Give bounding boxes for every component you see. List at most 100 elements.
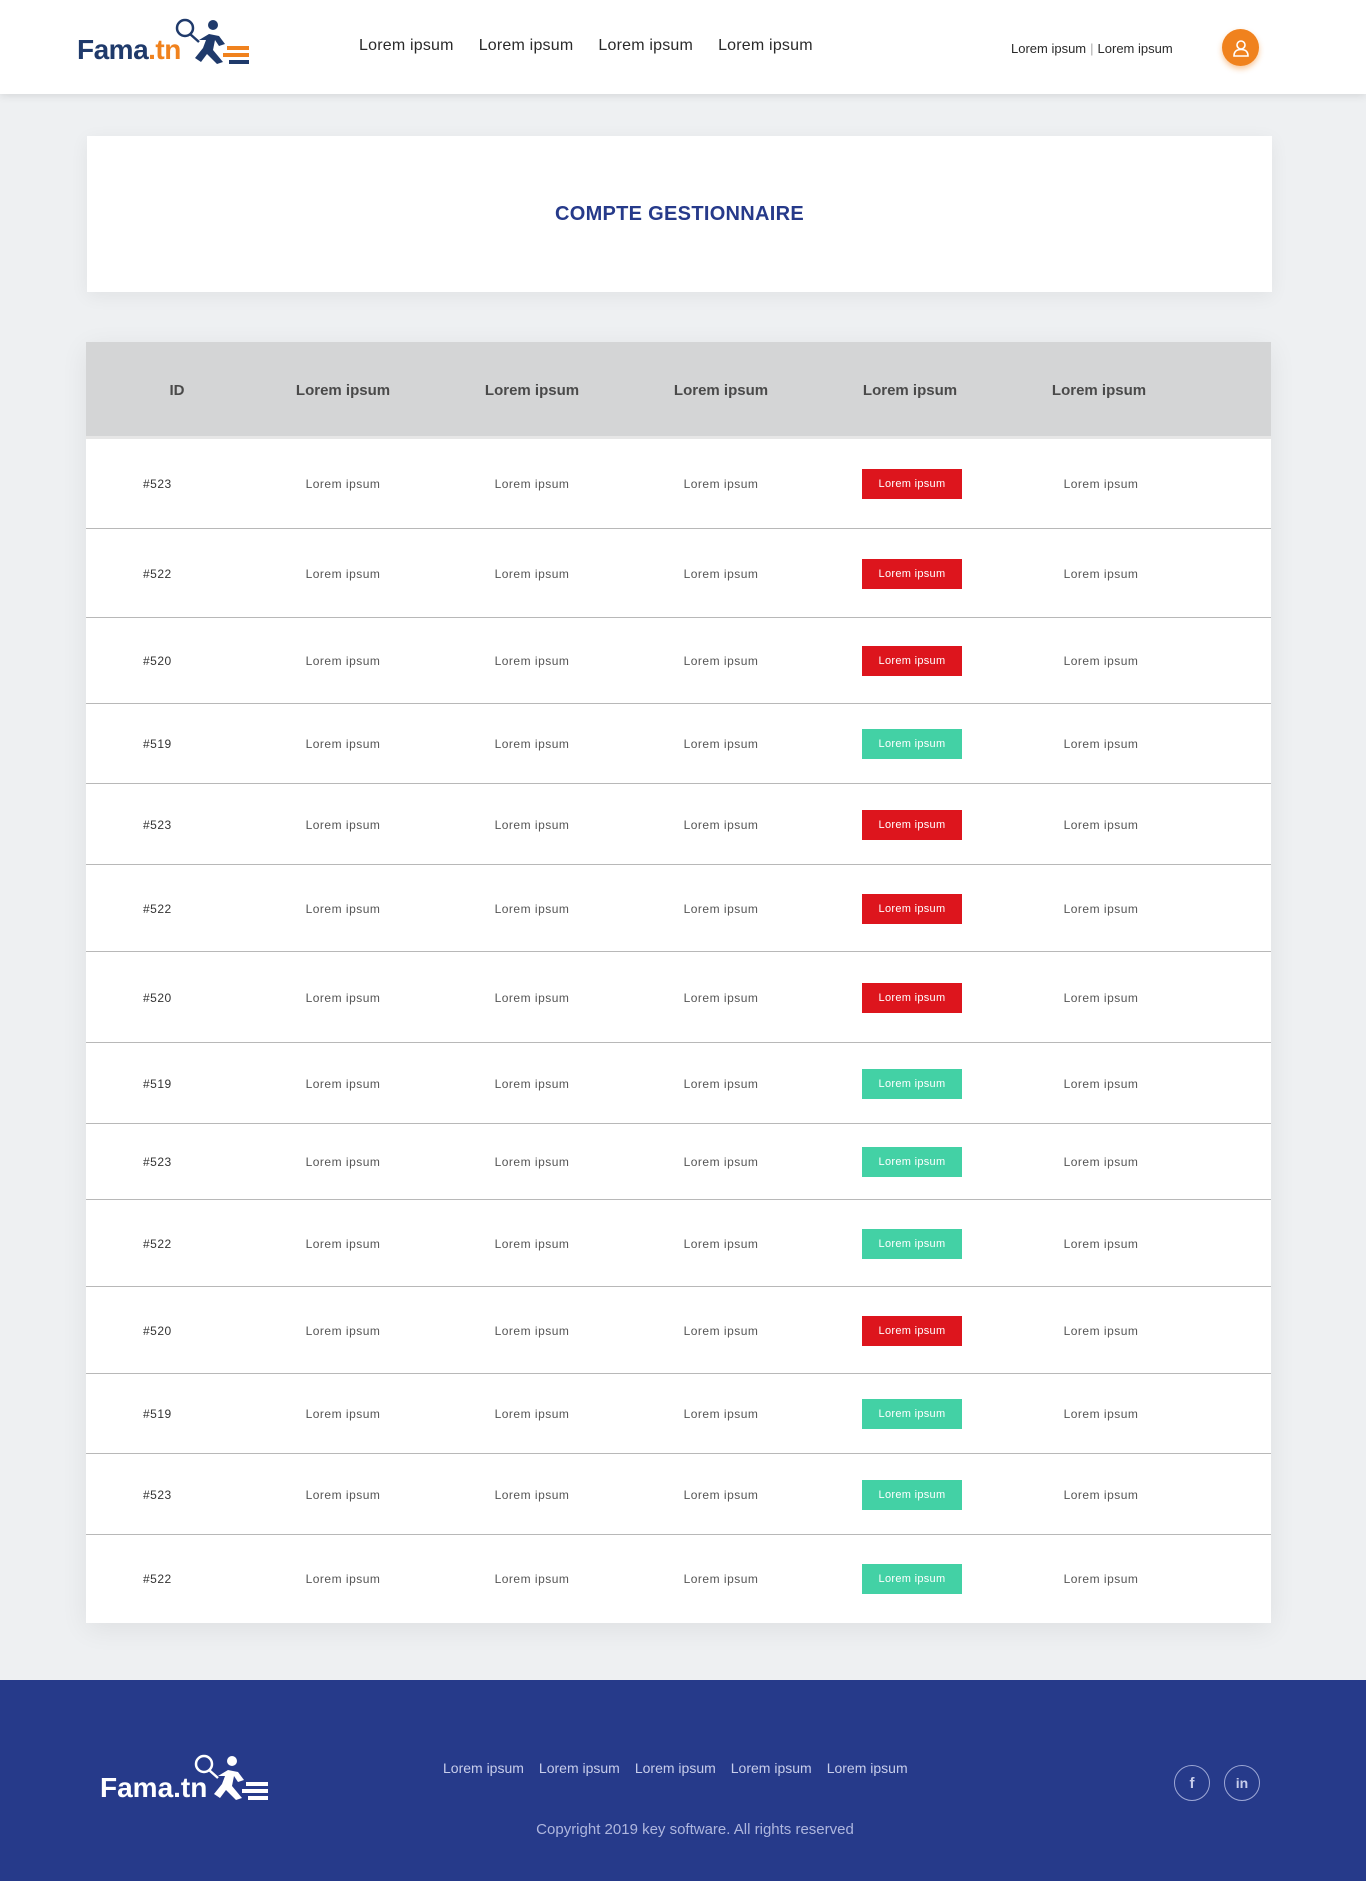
status-badge[interactable]: Lorem ipsum (862, 809, 962, 840)
row-cell-c2: Lorem ipsum (494, 1572, 570, 1586)
row-cell-c2: Lorem ipsum (494, 737, 570, 751)
row-cell-c3: Lorem ipsum (683, 1572, 759, 1586)
logo-brand: Fama (77, 34, 149, 65)
table-row[interactable]: #519 Lorem ipsum Lorem ipsum Lorem ipsum Lor… (86, 1374, 1271, 1454)
nav-item-4[interactable]: Lorem ipsum (718, 37, 813, 55)
status-badge[interactable]: Lorem ipsum (862, 469, 962, 499)
table-row[interactable]: #519 Lorem ipsum Lorem ipsum Lorem ipsum Lor… (86, 1043, 1271, 1124)
row-cell-c3: Lorem ipsum (683, 817, 759, 832)
row-cell-c1: Lorem ipsum (305, 990, 381, 1005)
row-cell-c3: Lorem ipsum (683, 901, 759, 916)
row-cell-c2: Lorem ipsum (494, 654, 570, 668)
account-links: Lorem ipsum | Lorem ipsum (1011, 41, 1173, 56)
column-header-3: Lorem ipsum (673, 382, 769, 399)
row-id: #523 (143, 1155, 172, 1169)
row-cell-c3: Lorem ipsum (683, 1236, 759, 1251)
account-link-2[interactable]: Lorem ipsum (1098, 41, 1173, 56)
row-cell-c1: Lorem ipsum (305, 477, 381, 491)
row-cell-c1: Lorem ipsum (305, 737, 381, 751)
footer-link-3[interactable]: Lorem ipsum (635, 1760, 716, 1776)
footer-link-5[interactable]: Lorem ipsum (827, 1760, 908, 1776)
row-cell-c2: Lorem ipsum (494, 990, 570, 1005)
status-badge[interactable]: Lorem ipsum (862, 558, 962, 589)
footer-links: Lorem ipsum Lorem ipsum Lorem ipsum Lore… (443, 1760, 923, 1776)
row-cell-c5: Lorem ipsum (1063, 1323, 1139, 1338)
footer-link-4[interactable]: Lorem ipsum (731, 1760, 812, 1776)
row-cell-c2: Lorem ipsum (494, 817, 570, 832)
row-cell-c2: Lorem ipsum (494, 477, 570, 491)
site-footer: Fama.tn Lorem ipsum Lorem ipsum Lorem ip… (0, 1680, 1366, 1881)
status-badge[interactable]: Lorem ipsum (862, 729, 962, 759)
table-row[interactable]: #523 Lorem ipsum Lorem ipsum Lorem ipsum Lor… (86, 1124, 1271, 1200)
logo-text: Fama.tn (77, 34, 181, 66)
row-cell-c1: Lorem ipsum (305, 1572, 381, 1586)
row-cell-c5: Lorem ipsum (1063, 1155, 1139, 1169)
column-header-1: Lorem ipsum (295, 382, 391, 399)
row-cell-c5: Lorem ipsum (1063, 990, 1139, 1005)
row-cell-c1: Lorem ipsum (305, 654, 381, 668)
row-cell-c3: Lorem ipsum (683, 1155, 759, 1169)
row-cell-c5: Lorem ipsum (1063, 566, 1139, 581)
linkedin-icon[interactable]: in (1224, 1765, 1260, 1801)
row-cell-c1: Lorem ipsum (305, 566, 381, 581)
status-badge[interactable]: Lorem ipsum (862, 1399, 962, 1429)
row-id: #519 (143, 737, 172, 751)
table-row[interactable]: #520 Lorem ipsum Lorem ipsum Lorem ipsum Lor… (86, 1287, 1271, 1374)
status-badge[interactable]: Lorem ipsum (862, 893, 962, 924)
status-badge[interactable]: Lorem ipsum (862, 1068, 962, 1099)
table-row[interactable]: #522 Lorem ipsum Lorem ipsum Lorem ipsum Lor… (86, 1535, 1271, 1623)
status-badge[interactable]: Lorem ipsum (862, 982, 962, 1013)
row-cell-c5: Lorem ipsum (1063, 1572, 1139, 1586)
row-cell-c1: Lorem ipsum (305, 1076, 381, 1091)
tennis-player-icon (194, 1754, 268, 1800)
row-id: #523 (143, 817, 172, 832)
status-badge[interactable]: Lorem ipsum (862, 1147, 962, 1177)
user-avatar-button[interactable] (1222, 29, 1259, 66)
table-row[interactable]: #520 Lorem ipsum Lorem ipsum Lorem ipsum Lor… (86, 952, 1271, 1043)
table-row[interactable]: #522 Lorem ipsum Lorem ipsum Lorem ipsum Lor… (86, 1200, 1271, 1287)
tennis-player-icon (175, 18, 249, 64)
link-separator: | (1090, 41, 1094, 56)
footer-link-1[interactable]: Lorem ipsum (443, 1760, 524, 1776)
status-badge[interactable]: Lorem ipsum (862, 1228, 962, 1259)
row-id: #520 (143, 1323, 172, 1338)
table-row[interactable]: #523 Lorem ipsum Lorem ipsum Lorem ipsum Lor… (86, 1454, 1271, 1535)
facebook-icon[interactable]: f (1174, 1765, 1210, 1801)
row-cell-c2: Lorem ipsum (494, 1323, 570, 1338)
nav-item-3[interactable]: Lorem ipsum (598, 37, 693, 55)
row-id: #522 (143, 566, 172, 581)
row-cell-c3: Lorem ipsum (683, 737, 759, 751)
row-id: #520 (143, 990, 172, 1005)
row-cell-c1: Lorem ipsum (305, 1323, 381, 1338)
status-badge[interactable]: Lorem ipsum (862, 646, 962, 676)
status-badge[interactable]: Lorem ipsum (862, 1479, 962, 1510)
table-row[interactable]: #519 Lorem ipsum Lorem ipsum Lorem ipsum Lor… (86, 704, 1271, 784)
logo[interactable]: Fama.tn (77, 18, 257, 70)
table-row[interactable]: #523 Lorem ipsum Lorem ipsum Lorem ipsum Lor… (86, 439, 1271, 529)
status-badge[interactable]: Lorem ipsum (862, 1564, 962, 1594)
row-cell-c1: Lorem ipsum (305, 1155, 381, 1169)
table-row[interactable]: #522 Lorem ipsum Lorem ipsum Lorem ipsum Lor… (86, 529, 1271, 618)
row-cell-c2: Lorem ipsum (494, 1236, 570, 1251)
nav-item-1[interactable]: Lorem ipsum (359, 37, 454, 55)
account-link-1[interactable]: Lorem ipsum (1011, 41, 1086, 56)
table-row[interactable]: #520 Lorem ipsum Lorem ipsum Lorem ipsum Lor… (86, 618, 1271, 704)
accounts-table: ID Lorem ipsum Lorem ipsum Lorem ipsum L… (86, 342, 1271, 1623)
row-cell-c5: Lorem ipsum (1063, 737, 1139, 751)
row-cell-c1: Lorem ipsum (305, 901, 381, 916)
row-id: #522 (143, 1236, 172, 1251)
row-cell-c1: Lorem ipsum (305, 1407, 381, 1421)
row-cell-c3: Lorem ipsum (683, 1323, 759, 1338)
row-cell-c2: Lorem ipsum (494, 901, 570, 916)
row-cell-c3: Lorem ipsum (683, 990, 759, 1005)
nav-item-2[interactable]: Lorem ipsum (479, 37, 574, 55)
row-id: #520 (143, 654, 172, 668)
table-row[interactable]: #522 Lorem ipsum Lorem ipsum Lorem ipsum Lor… (86, 865, 1271, 952)
status-badge[interactable]: Lorem ipsum (862, 1315, 962, 1346)
row-cell-c5: Lorem ipsum (1063, 1236, 1139, 1251)
table-row[interactable]: #523 Lorem ipsum Lorem ipsum Lorem ipsum Lor… (86, 784, 1271, 865)
column-header-2: Lorem ipsum (484, 382, 580, 399)
footer-link-2[interactable]: Lorem ipsum (539, 1760, 620, 1776)
title-card: COMPTE GESTIONNAIRE (87, 136, 1272, 292)
footer-logo[interactable]: Fama.tn (100, 1754, 270, 1806)
